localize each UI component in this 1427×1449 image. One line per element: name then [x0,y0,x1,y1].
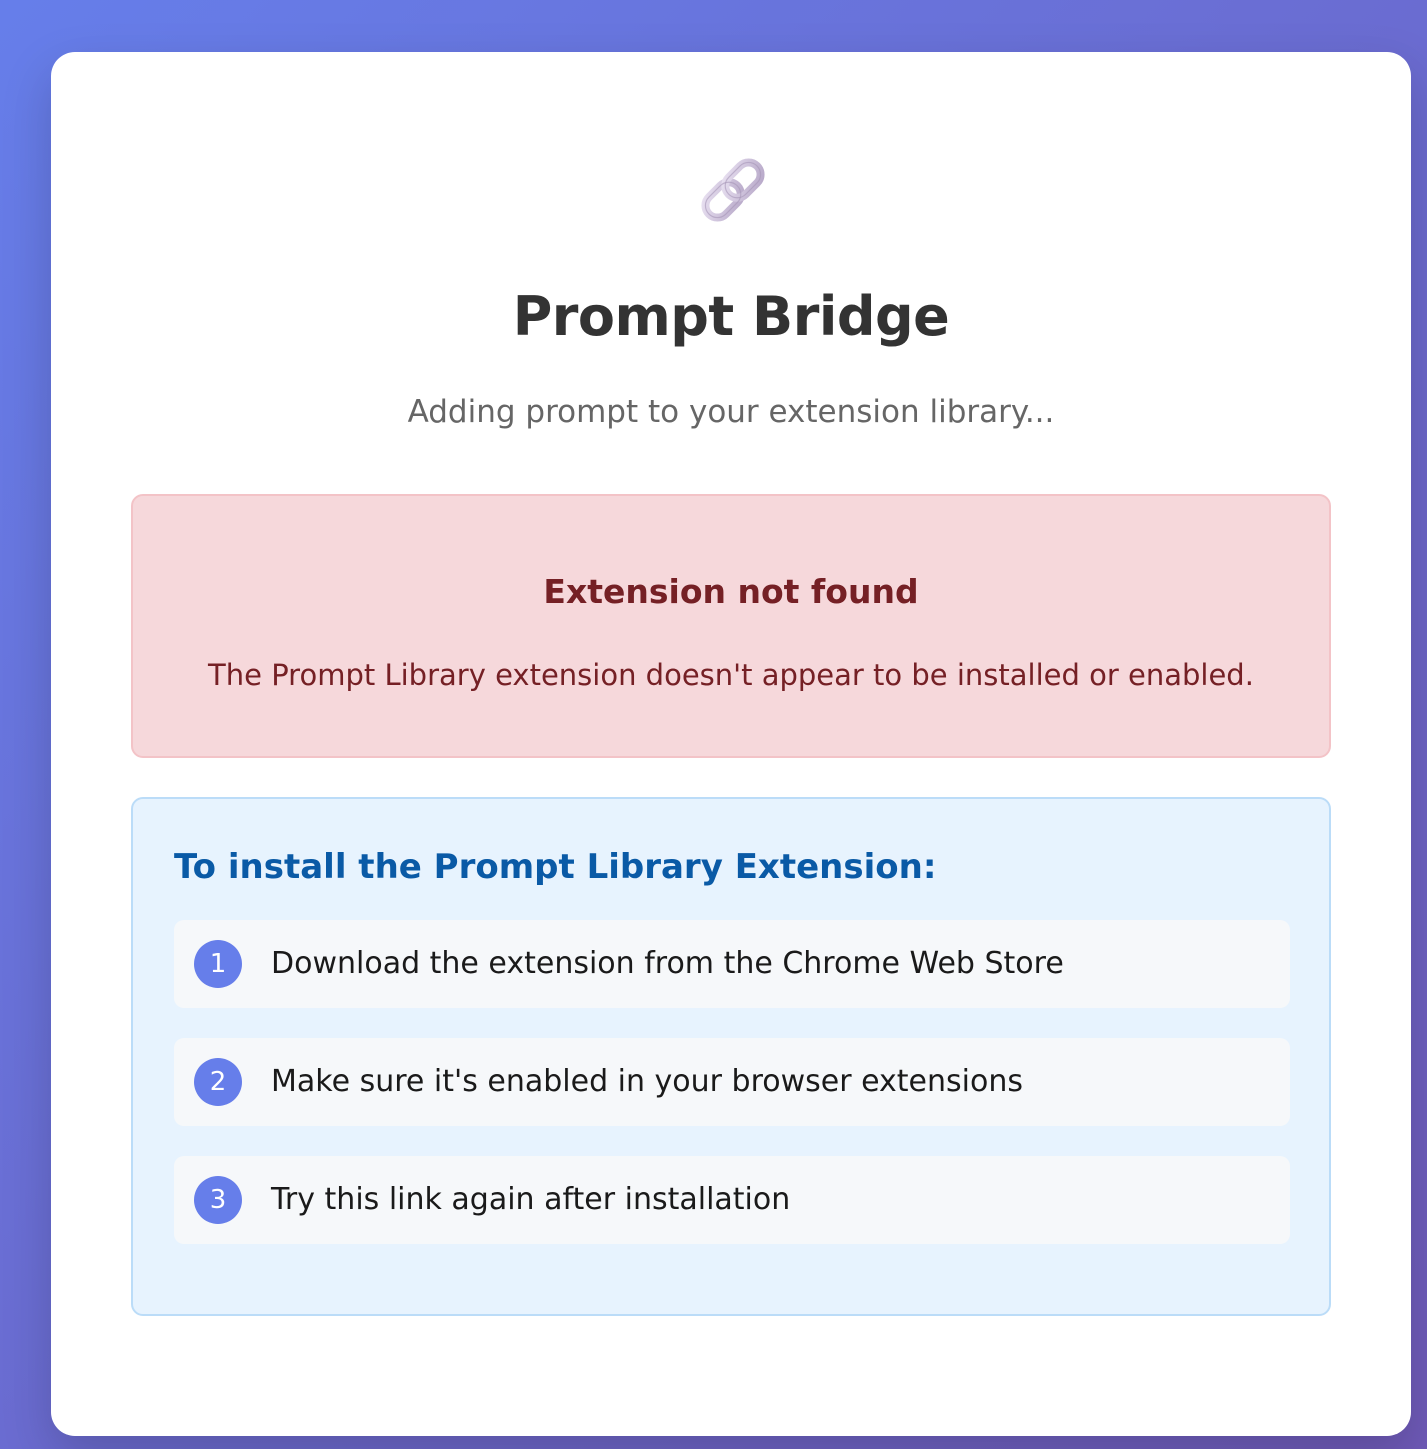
step-number-badge: 2 [194,1058,242,1106]
page-title: Prompt Bridge [512,285,950,348]
step-text: Try this link again after installation [271,1182,791,1217]
install-step: 2 Make sure it's enabled in your browser… [174,1038,1290,1126]
install-instructions: To install the Prompt Library Extension:… [131,797,1331,1316]
step-number-badge: 3 [194,1176,242,1224]
page-subtitle: Adding prompt to your extension library.… [407,394,1055,430]
error-title: Extension not found [543,572,919,611]
chain-link-icon [691,148,775,232]
install-step: 1 Download the extension from the Chrome… [174,920,1290,1008]
install-step: 3 Try this link again after installation [174,1156,1290,1244]
error-message: The Prompt Library extension doesn't app… [208,658,1254,692]
install-title: To install the Prompt Library Extension: [174,847,937,887]
step-text: Download the extension from the Chrome W… [271,946,1064,981]
main-card: Prompt Bridge Adding prompt to your exte… [51,52,1411,1436]
error-alert: Extension not found The Prompt Library e… [131,494,1331,758]
step-number-badge: 1 [194,940,242,988]
step-text: Make sure it's enabled in your browser e… [271,1064,1023,1099]
